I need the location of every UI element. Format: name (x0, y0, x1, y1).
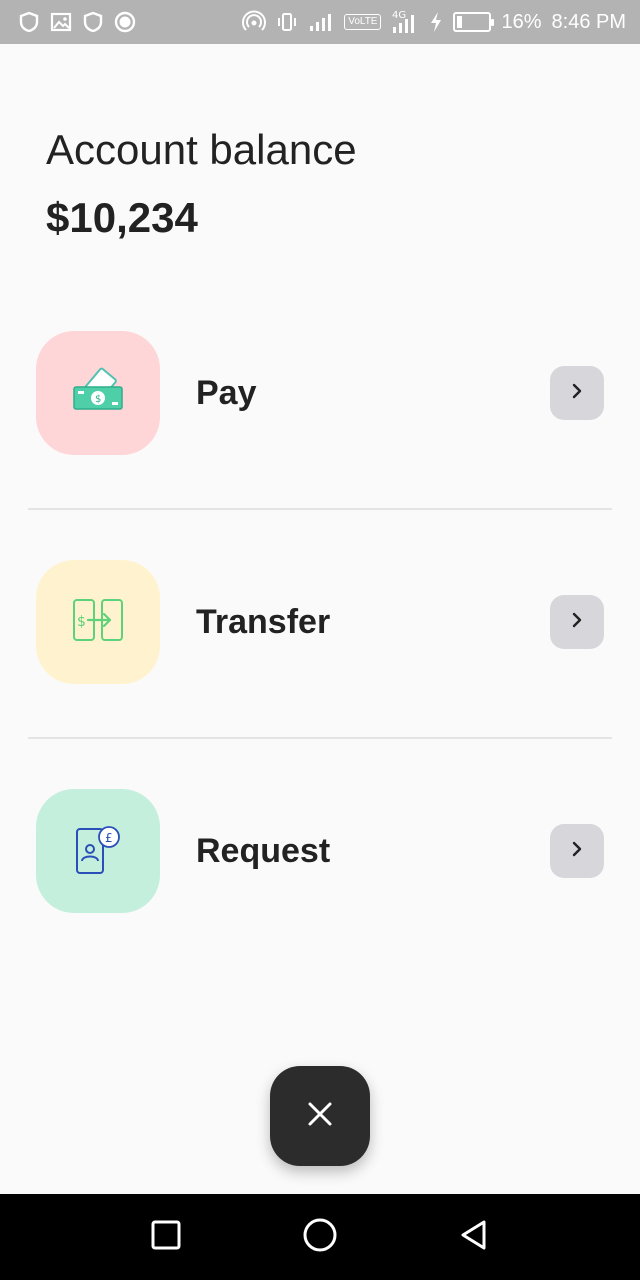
volte-icon: VoLTE (344, 14, 382, 30)
battery-percent: 16% (501, 10, 542, 33)
status-bar-right: VoLTE 4G 16% 8:46 PM (242, 9, 626, 35)
battery-icon (453, 12, 495, 32)
money-icon: $ (68, 365, 128, 422)
transfer-tile[interactable]: $ (36, 560, 160, 684)
navigation-bar (0, 1194, 640, 1280)
transfer-row[interactable]: $ Transfer (28, 557, 612, 687)
image-icon (50, 11, 72, 33)
record-icon (114, 11, 136, 33)
signal-icon (308, 12, 334, 32)
svg-text:$: $ (77, 614, 86, 630)
phone-request-icon: £ (71, 821, 125, 882)
pay-tile[interactable]: $ (36, 331, 160, 455)
chevron-right-icon (568, 611, 586, 634)
divider (28, 508, 612, 510)
status-bar-left (18, 11, 136, 33)
request-label: Request (196, 831, 331, 870)
pay-chevron-button[interactable] (550, 366, 604, 420)
request-tile[interactable]: £ (36, 789, 160, 913)
balance-value: $10,234 (46, 194, 198, 241)
transfer-chevron-button[interactable] (550, 595, 604, 649)
svg-text:£: £ (105, 831, 113, 845)
shield-icon (82, 11, 104, 33)
balance-label: Account balance (46, 126, 357, 173)
home-icon[interactable] (302, 1217, 338, 1258)
phone-transfer-icon: $ (70, 594, 126, 651)
svg-text:$: $ (95, 394, 101, 405)
chevron-right-icon (568, 840, 586, 863)
pay-row[interactable]: $ Pay (28, 328, 612, 458)
request-row[interactable]: £ Request (28, 786, 612, 916)
hotspot-icon (242, 10, 267, 34)
vibrate-icon (276, 11, 298, 33)
transfer-label: Transfer (196, 602, 331, 641)
back-icon[interactable] (458, 1219, 490, 1256)
battery-level (457, 16, 463, 28)
signal-4g-icon: 4G (391, 9, 419, 35)
recents-icon[interactable] (150, 1219, 182, 1256)
pay-label: Pay (196, 373, 257, 412)
request-chevron-button[interactable] (550, 824, 604, 878)
svg-text:4G: 4G (392, 10, 406, 21)
close-fab-button[interactable] (270, 1066, 370, 1166)
charging-icon (429, 11, 443, 33)
shield-icon (18, 11, 40, 33)
status-bar: VoLTE 4G 16% 8:46 PM (0, 0, 640, 44)
chevron-right-icon (568, 382, 586, 405)
close-icon (306, 1100, 334, 1133)
clock: 8:46 PM (551, 10, 626, 33)
divider (28, 737, 612, 739)
